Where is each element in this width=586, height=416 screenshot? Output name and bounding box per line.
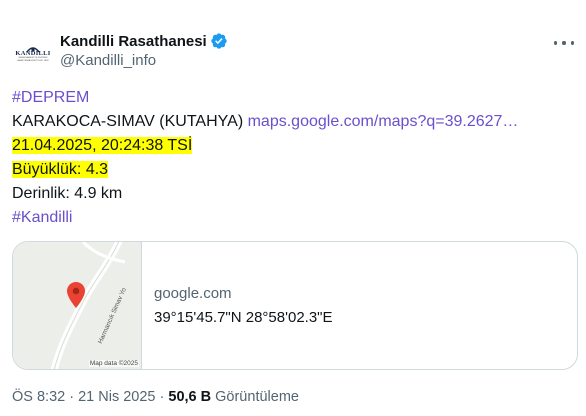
depth-text: Derinlik: 4.9 km bbox=[12, 185, 123, 202]
hashtag-deprem[interactable]: #DEPREM bbox=[12, 89, 89, 106]
map-credit: Map data ©2025 bbox=[88, 360, 139, 367]
card-domain: google.com bbox=[154, 284, 232, 302]
tweet-text: #DEPREM KARAKOCA-SIMAV (KUTAHYA) maps.go… bbox=[12, 86, 572, 230]
hashtag-kandilli[interactable]: #Kandilli bbox=[12, 209, 72, 226]
maps-link[interactable]: maps.google.com/maps?q=39.2627… bbox=[248, 113, 519, 130]
view-count: 50,6 B bbox=[168, 389, 212, 405]
card-coordinates: 39°15'45.7"N 28°58'02.3"E bbox=[154, 308, 333, 326]
tweet-date[interactable]: 21 Nis 2025 bbox=[78, 389, 155, 405]
meta-separator: · bbox=[155, 389, 169, 405]
author-handle[interactable]: @Kandilli_info bbox=[60, 52, 156, 69]
avatar-logo-subtext: RASATHANESİ VE DEPREM ARAŞTIRMA ENSTİTÜS… bbox=[17, 56, 49, 62]
view-count-label: Görüntüleme bbox=[211, 389, 299, 405]
observatory-logo-icon bbox=[26, 40, 40, 53]
link-card[interactable]: Harmancık Simav Yo Map data ©2025 google… bbox=[12, 241, 578, 370]
datetime-text: 21.04.2025, 20:24:38 TSİ bbox=[12, 137, 193, 154]
verified-badge-icon[interactable] bbox=[210, 32, 228, 50]
tweet-time[interactable]: ÖS 8:32 bbox=[12, 389, 65, 405]
tweet-meta: ÖS 8:32 · 21 Nis 2025 · 50,6 B Görüntüle… bbox=[12, 389, 299, 405]
map-thumbnail[interactable]: Harmancık Simav Yo Map data ©2025 bbox=[13, 242, 142, 369]
display-name[interactable]: Kandilli Rasathanesi bbox=[60, 33, 207, 50]
meta-separator: · bbox=[65, 389, 79, 405]
more-options-icon[interactable] bbox=[554, 36, 574, 50]
location-text: KARAKOCA-SIMAV (KUTAHYA) bbox=[12, 113, 244, 130]
author-name-row: Kandilli Rasathanesi bbox=[60, 31, 228, 51]
magnitude-text: Büyüklük: 4.3 bbox=[12, 161, 109, 178]
avatar[interactable]: KANDILLI RASATHANESİ VE DEPREM ARAŞTIRMA… bbox=[12, 30, 54, 72]
card-info: google.com 39°15'45.7"N 28°58'02.3"E bbox=[142, 242, 333, 369]
